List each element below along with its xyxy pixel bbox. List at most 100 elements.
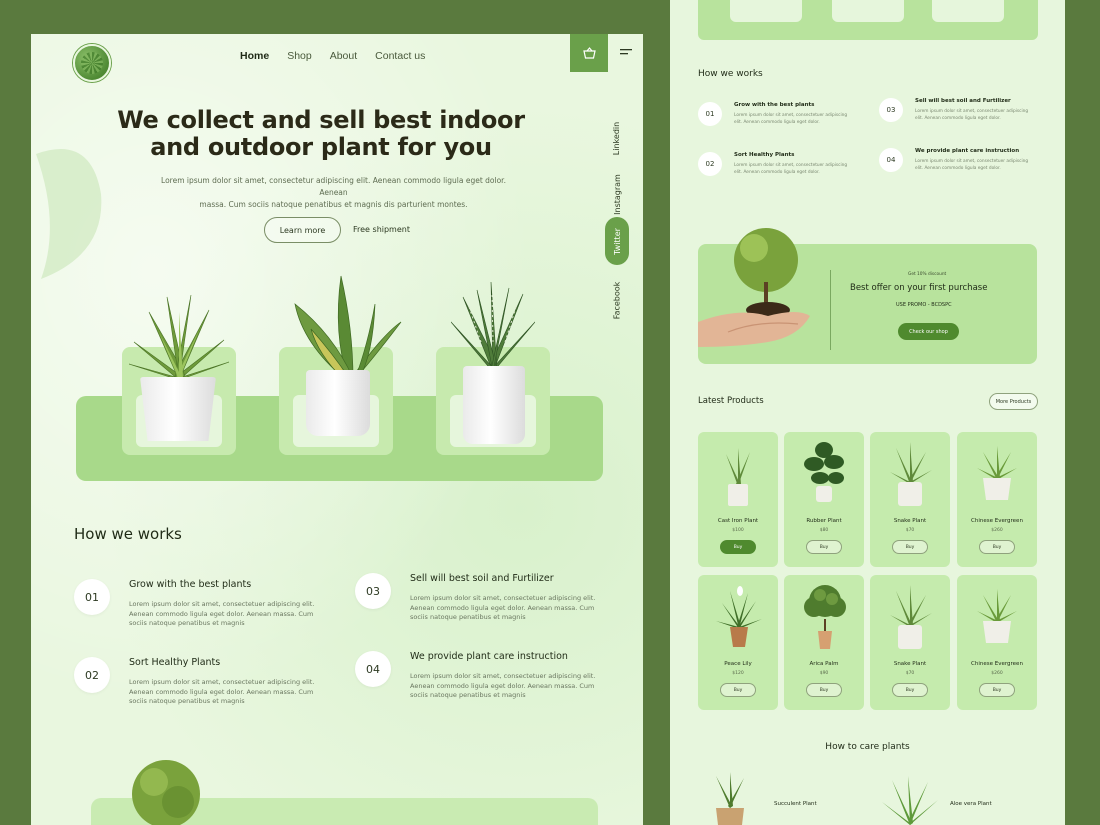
product-name: Chinese Evergreen <box>971 661 1023 667</box>
step-title: Grow with the best plants <box>129 579 252 590</box>
buy-button[interactable]: Buy <box>720 540 756 554</box>
tree-plant-icon <box>132 760 200 825</box>
how-we-works-title: How we works <box>74 525 182 543</box>
plant-pot <box>140 377 216 441</box>
hero-description: Lorem ipsum dolor sit amet, consectetur … <box>161 175 506 211</box>
product-card[interactable]: Peace Lily $120 Buy <box>698 575 778 710</box>
social-facebook[interactable]: Facebook <box>605 272 629 328</box>
decorative-leaf-icon <box>36 149 102 279</box>
nav-contact[interactable]: Contact us <box>375 50 425 62</box>
check-shop-button[interactable]: Check our shop <box>898 323 959 340</box>
buy-button[interactable]: Buy <box>892 683 928 697</box>
hands-holding-tree-icon <box>698 228 810 347</box>
hero-desc-line2: massa. Cum sociis natoque penatibus et m… <box>199 200 468 209</box>
pedestal <box>932 0 1004 22</box>
nav-home[interactable]: Home <box>240 50 269 62</box>
hamburger-icon <box>619 49 632 55</box>
buy-button[interactable]: Buy <box>979 683 1015 697</box>
cart-button[interactable] <box>570 34 608 72</box>
how-to-care-title: How to care plants <box>825 742 910 752</box>
pedestal <box>730 0 802 22</box>
offer-promo: USE PROMO - BCDSPC <box>896 302 952 308</box>
latest-products-title: Latest Products <box>698 396 764 406</box>
hero-title-line1: We collect and sell best indoor <box>117 106 525 134</box>
step-number: 03 <box>879 98 903 122</box>
step-text: Lorem ipsum dolor sit amet, consectetuer… <box>915 109 1029 121</box>
product-card[interactable]: Snake Plant $70 Buy <box>870 432 950 567</box>
care-item-succulent[interactable]: Succulent Plant <box>774 801 817 807</box>
pedestal <box>832 0 904 22</box>
step-title: Sort Healthy Plants <box>129 657 221 668</box>
product-name: Arica Palm <box>809 661 839 667</box>
product-card[interactable]: Snake Plant $70 Buy <box>870 575 950 710</box>
product-price: $260 <box>991 528 1003 533</box>
step-text: Lorem ipsum dolor sit amet, consectetuer… <box>410 594 596 621</box>
product-card[interactable]: Arica Palm $90 Buy <box>784 575 864 710</box>
step-number: 01 <box>74 579 110 615</box>
buy-button[interactable]: Buy <box>806 540 842 554</box>
buy-button[interactable]: Buy <box>979 540 1015 554</box>
nav-about[interactable]: About <box>330 50 357 62</box>
snake-plant-icon <box>294 275 402 380</box>
step-text: Lorem ipsum dolor sit amet, consectetuer… <box>129 600 315 627</box>
buy-button[interactable]: Buy <box>720 683 756 697</box>
product-price: $120 <box>732 671 744 676</box>
product-card[interactable]: Rubber Plant $80 Buy <box>784 432 864 567</box>
step-title: Sell will best soil and Furtilizer <box>915 98 1011 104</box>
aloe-vera-icon <box>882 776 938 825</box>
free-shipment-link[interactable]: Free shipment <box>353 225 410 234</box>
succulent-plant-icon <box>716 772 744 825</box>
step-text: Lorem ipsum dolor sit amet, consectetuer… <box>734 163 848 175</box>
step-title: Sort Healthy Plants <box>734 152 795 158</box>
rubber-plant-icon <box>804 442 844 502</box>
buy-button[interactable]: Buy <box>892 540 928 554</box>
more-products-button[interactable]: More Products <box>989 393 1038 410</box>
product-price: $260 <box>991 671 1003 676</box>
learn-more-button[interactable]: Learn more <box>264 217 341 243</box>
social-twitter-label: Twitter <box>612 227 622 255</box>
offer-title: Best offer on your first purchase <box>850 283 988 293</box>
snake-plant-icon <box>890 585 932 649</box>
hero-title: We collect and sell best indoor and outd… <box>111 107 531 161</box>
social-instagram[interactable]: Instagram <box>605 164 629 224</box>
product-name: Peace Lily <box>724 661 752 667</box>
product-card[interactable]: Chinese Evergreen $260 Buy <box>957 432 1037 567</box>
cast-iron-plant-icon <box>726 448 750 506</box>
social-twitter[interactable]: Twitter <box>605 217 629 265</box>
care-item-aloe[interactable]: Aloe vera Plant <box>950 801 992 807</box>
plant-pot <box>306 370 370 436</box>
step-text: Lorem ipsum dolor sit amet, consectetuer… <box>129 678 315 705</box>
buy-button[interactable]: Buy <box>806 683 842 697</box>
product-price: $90 <box>819 671 829 676</box>
agave-plant-icon <box>129 294 229 381</box>
how-we-works-title: How we works <box>698 69 763 79</box>
chinese-evergreen-icon <box>977 589 1017 643</box>
social-facebook-label: Facebook <box>612 281 622 319</box>
menu-button[interactable] <box>608 34 643 72</box>
step-number: 04 <box>355 651 391 687</box>
basket-icon <box>582 47 596 59</box>
plant-pot <box>463 366 525 444</box>
social-linkedin[interactable]: Linkedin <box>605 112 629 164</box>
landing-page-desktop: Home Shop About Contact us We collect an… <box>31 34 643 825</box>
step-number: 03 <box>355 573 391 609</box>
step-title: We provide plant care instruction <box>915 148 1020 154</box>
social-links: Linkedin Instagram Twitter Facebook <box>605 112 629 332</box>
product-name: Rubber Plant <box>806 518 842 524</box>
product-card[interactable]: Chinese Evergreen $260 Buy <box>957 575 1037 710</box>
areca-palm-icon <box>804 585 846 649</box>
step-title: Grow with the best plants <box>734 102 815 108</box>
brand-logo[interactable] <box>73 44 111 82</box>
step-number: 02 <box>698 152 722 176</box>
nav-shop[interactable]: Shop <box>287 50 312 62</box>
step-number: 04 <box>879 148 903 172</box>
social-linkedin-label: Linkedin <box>612 121 622 155</box>
step-number: 02 <box>74 657 110 693</box>
product-name: Snake Plant <box>893 518 927 524</box>
peace-lily-icon <box>716 586 762 647</box>
product-card[interactable]: Cast Iron Plant $100 Buy <box>698 432 778 567</box>
snake-plant-icon <box>890 442 932 506</box>
social-instagram-label: Instagram <box>612 173 622 215</box>
offer-divider <box>830 270 831 350</box>
product-name: Chinese Evergreen <box>971 518 1023 524</box>
